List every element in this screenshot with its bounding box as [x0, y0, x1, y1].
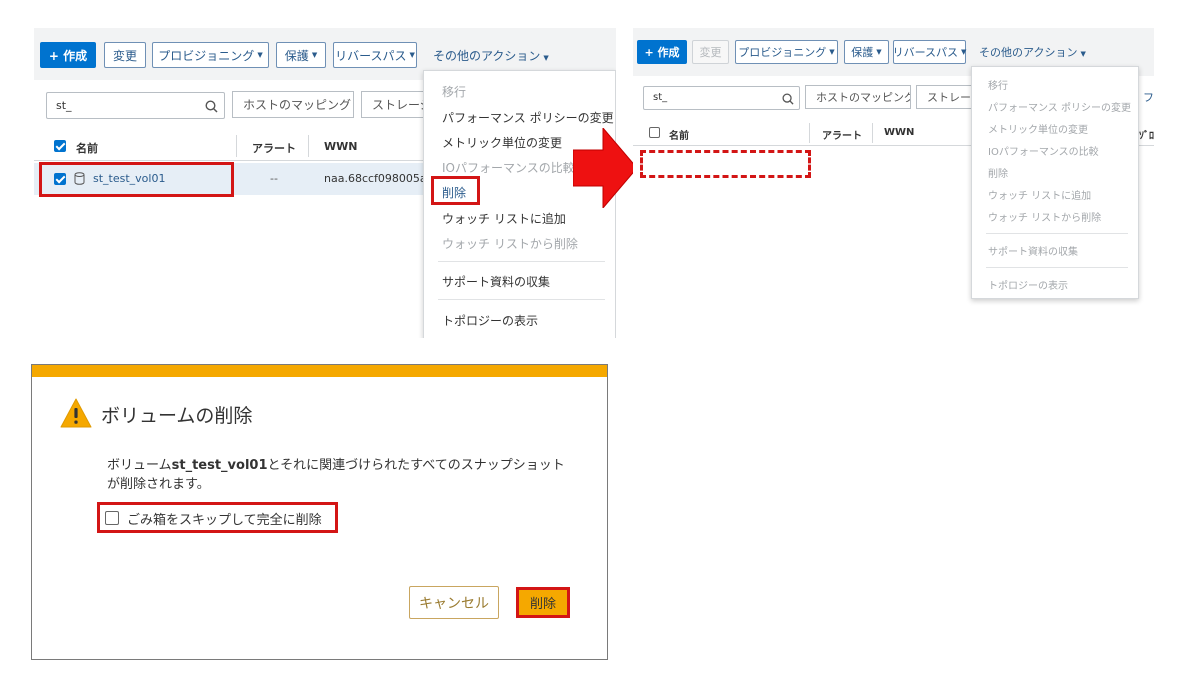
caret-down-icon: ▼	[311, 51, 318, 59]
menu-item-io-perf: IOパフォーマンスの比較	[442, 161, 575, 175]
menu-divider	[438, 261, 605, 262]
reverse-path-label: リバースパス	[335, 48, 407, 63]
storage-filter[interactable]: ストレージ	[916, 85, 976, 109]
column-divider	[308, 135, 309, 157]
reverse-path-label: リバースパス	[892, 46, 959, 59]
other-actions-label: その他のアクション	[979, 46, 1078, 59]
volumes-panel-after: + 作成 変更 プロビジョニング ▼ 保護 ▼ リバースパス ▼ その他のアクション ▼…	[633, 28, 1154, 312]
select-all-checkbox[interactable]	[54, 140, 66, 152]
reverse-path-dropdown[interactable]: リバースパス ▼	[893, 40, 966, 64]
other-actions-dropdown[interactable]: その他のアクション ▼	[979, 44, 1086, 60]
warning-icon	[60, 398, 92, 428]
menu-divider	[438, 299, 605, 300]
message-prefix: ボリューム	[107, 458, 172, 473]
search-value: st_	[56, 99, 72, 112]
column-header-alert[interactable]: アラート	[252, 140, 296, 156]
create-button[interactable]: + 作成	[40, 42, 96, 68]
row-highlight-box	[39, 162, 234, 197]
storage-filter[interactable]: ストレージ	[361, 91, 431, 118]
cancel-button[interactable]: キャンセル	[409, 586, 499, 619]
dialog-title: ボリュームの削除	[101, 405, 253, 427]
search-input[interactable]: st_	[46, 92, 225, 119]
caret-down-icon: ▼	[961, 48, 967, 56]
cut-off-filter-text: フ	[1143, 91, 1154, 104]
change-button: 変更	[692, 40, 729, 64]
provisioning-label: プロビジョニング	[158, 48, 255, 63]
protection-label: 保護	[851, 46, 874, 59]
provisioning-dropdown[interactable]: プロビジョニング ▼	[735, 40, 838, 64]
search-input[interactable]: st_	[643, 86, 800, 110]
menu-item-perf-policy: パフォーマンス ポリシーの変更	[988, 103, 1131, 114]
dialog-message-line2: が削除されます。	[107, 477, 210, 492]
column-divider	[236, 135, 237, 157]
menu-divider	[986, 233, 1128, 234]
search-icon[interactable]	[782, 93, 794, 105]
column-divider	[809, 123, 810, 143]
delete-volume-dialog: ボリュームの削除 ボリュームst_test_vol01とそれに関連づけられたすべ…	[31, 364, 608, 660]
delete-button[interactable]: 削除	[516, 587, 570, 618]
checkbox-highlight-box	[97, 502, 338, 533]
menu-item-support: サポート資料の収集	[988, 247, 1078, 258]
warning-top-bar	[32, 365, 607, 377]
column-divider	[872, 123, 873, 143]
select-all-checkbox[interactable]	[649, 127, 660, 138]
column-header-wwn[interactable]: WWN	[324, 140, 357, 153]
search-value: st_	[653, 92, 668, 103]
other-actions-dropdown[interactable]: その他のアクション ▼	[433, 47, 549, 64]
caret-down-icon: ▼	[543, 54, 549, 62]
other-actions-label: その他のアクション	[433, 49, 541, 63]
menu-item-migrate: 移行	[442, 85, 467, 99]
column-header-name[interactable]: 名前	[76, 140, 98, 156]
menu-item-remove-watch: ウォッチ リストから削除	[988, 213, 1102, 224]
delete-highlight-box	[431, 176, 480, 205]
host-mapping-filter[interactable]: ホストのマッピング	[232, 91, 354, 118]
red-arrow-icon	[573, 128, 637, 208]
alert-value: --	[270, 172, 278, 185]
reverse-path-dropdown[interactable]: リバースパス ▼	[333, 42, 417, 68]
provisioning-dropdown[interactable]: プロビジョニング ▼	[152, 42, 269, 68]
menu-item-migrate: 移行	[988, 81, 1008, 92]
create-button[interactable]: + 作成	[637, 40, 687, 64]
cut-off-column-header: ｿﾞﾛ	[1139, 131, 1154, 142]
protection-label: 保護	[284, 48, 309, 63]
menu-item-add-watch: ウォッチ リストに追加	[988, 191, 1092, 202]
menu-item-perf-policy[interactable]: パフォーマンス ポリシーの変更	[442, 109, 614, 126]
host-mapping-filter[interactable]: ホストのマッピング	[805, 85, 911, 109]
menu-divider	[986, 267, 1128, 268]
column-header-wwn[interactable]: WWN	[884, 127, 914, 138]
column-header-name[interactable]: 名前	[669, 127, 689, 142]
menu-item-metric-unit: メトリック単位の変更	[988, 125, 1088, 136]
menu-item-metric-unit[interactable]: メトリック単位の変更	[442, 134, 562, 151]
caret-down-icon: ▼	[1080, 50, 1086, 58]
wwn-value: naa.68ccf098005aa	[324, 172, 434, 185]
other-actions-menu: 移行 パフォーマンス ポリシーの変更 メトリック単位の変更 IOパフォーマンスの…	[971, 66, 1139, 299]
menu-item-io-perf: IOパフォーマンスの比較	[988, 147, 1099, 158]
dialog-message: ボリュームst_test_vol01とそれに関連づけられたすべてのスナップショッ…	[107, 454, 565, 473]
menu-item-topology[interactable]: トポロジーの表示	[442, 312, 538, 329]
menu-item-topology: トポロジーの表示	[988, 281, 1068, 292]
caret-down-icon: ▼	[829, 48, 835, 56]
protection-dropdown[interactable]: 保護 ▼	[844, 40, 889, 64]
menu-item-remove-watch: ウォッチ リストから削除	[442, 237, 578, 251]
caret-down-icon: ▼	[876, 48, 882, 56]
provisioning-label: プロビジョニング	[738, 46, 827, 59]
menu-item-add-watch[interactable]: ウォッチ リストに追加	[442, 210, 566, 227]
menu-item-support[interactable]: サポート資料の収集	[442, 273, 550, 290]
message-suffix: とそれに関連づけられたすべてのスナップショット	[267, 458, 565, 473]
volumes-panel-before: + 作成 変更 プロビジョニング ▼ 保護 ▼ リバースパス ▼ その他のアクション ▼…	[34, 28, 616, 338]
menu-item-delete: 削除	[988, 169, 1008, 180]
search-icon[interactable]	[205, 100, 218, 113]
deleted-row-placeholder	[640, 150, 811, 178]
caret-down-icon: ▼	[257, 51, 263, 59]
protection-dropdown[interactable]: 保護 ▼	[276, 42, 326, 68]
change-button[interactable]: 変更	[104, 42, 146, 68]
message-volume-name: st_test_vol01	[171, 458, 268, 473]
caret-down-icon: ▼	[409, 51, 415, 59]
column-header-alert[interactable]: アラート	[822, 127, 862, 142]
